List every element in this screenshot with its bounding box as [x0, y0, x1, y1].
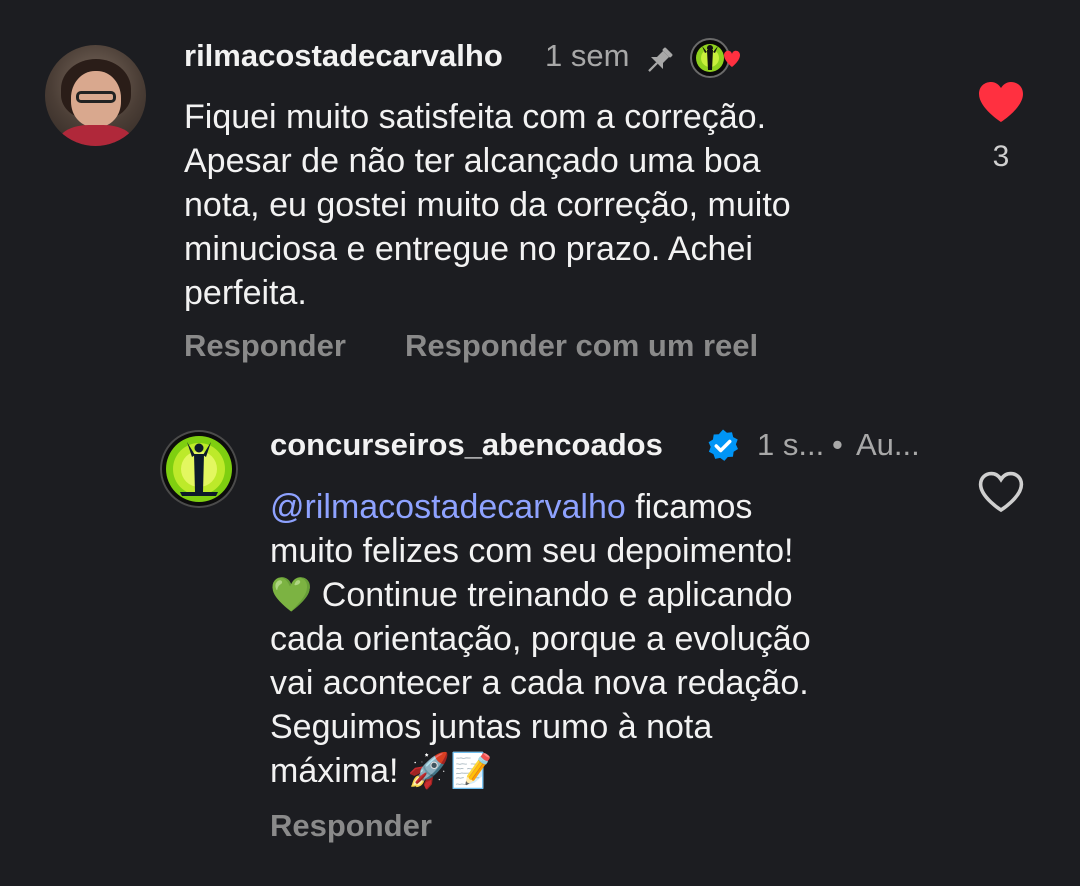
heart-filled-icon[interactable] — [977, 80, 1025, 124]
brand-logo-icon — [166, 436, 232, 502]
like-count: 3 — [992, 140, 1010, 173]
reply-separator: • — [832, 427, 843, 462]
reply-with-reel-button[interactable]: Responder com um reel — [405, 328, 758, 364]
reply-reply-button[interactable]: Responder — [270, 808, 432, 844]
verified-badge-icon — [708, 429, 738, 461]
comment-text: Fiquei muito satisfeita com a correção. … — [184, 98, 791, 312]
user-avatar[interactable] — [45, 45, 146, 146]
rocket-memo-emoji: 🚀📝 — [407, 752, 493, 790]
mention-link[interactable]: @rilmacostadecarvalho — [270, 488, 626, 526]
green-heart-emoji: 💚 — [270, 576, 313, 614]
avatar-glasses — [76, 91, 116, 103]
reply-button[interactable]: Responder — [184, 328, 346, 364]
reply-username[interactable]: concurseiros_abencoados — [270, 427, 663, 463]
reply-time: 1 s... — [757, 427, 825, 462]
comment-username[interactable]: rilmacostadecarvalho — [184, 38, 503, 74]
avatar-shirt — [59, 125, 133, 146]
heart-outline-icon[interactable] — [977, 470, 1025, 514]
pin-icon — [648, 47, 673, 72]
brand-avatar[interactable] — [160, 430, 238, 508]
author-label: Au... — [856, 427, 920, 462]
comment-time: 1 sem — [545, 38, 630, 73]
reply-text: @rilmacostadecarvalho ficamos muito feli… — [270, 485, 811, 793]
creator-heart-icon — [690, 38, 740, 78]
reply-text-part-2: Continue treinando e aplicando cada orie… — [270, 576, 811, 790]
